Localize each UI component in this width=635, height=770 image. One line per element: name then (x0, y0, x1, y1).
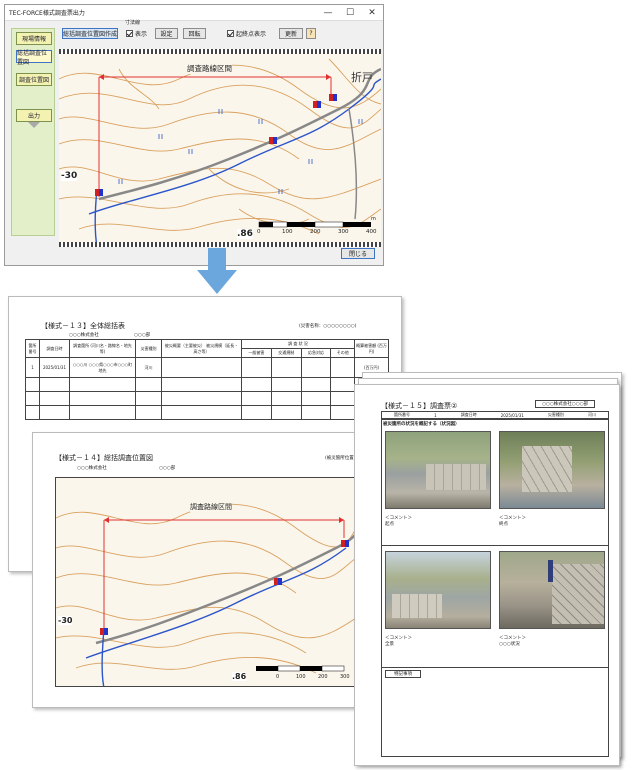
summary-disaster-name: (災害名称：○○○○○○○○) (299, 324, 357, 329)
summary-table: 箇所番号 調査日時 調査箇所 (河川名・路線名・地先等) 災害種別 被災概要（主… (25, 339, 389, 420)
location-map-title: 【様式－１４】総括調査位置図 (55, 454, 153, 462)
photo-start (385, 431, 491, 509)
minimize-button[interactable]: — (317, 8, 339, 18)
map-number-bottom: .86 (237, 229, 253, 239)
table-cell (270, 357, 302, 378)
table-cell (330, 357, 355, 378)
topo-map (59, 58, 381, 247)
col-header: 災害種別 (135, 339, 162, 358)
sub-header: 応急対応 (300, 348, 332, 358)
scale-tick: 0 (276, 674, 280, 680)
special-notes-label: 特記事項 (385, 670, 421, 678)
scale-tick: 200 (310, 229, 321, 235)
title-bar: TEC-FORCE様式調査票出力 — ☐ ✕ (5, 5, 383, 21)
update-button[interactable]: 更新 (279, 28, 303, 39)
comment-1: ＜コメント＞ 起点 (385, 516, 412, 527)
location-map-frame: 調査路線区間 -30 .86 0 100 200 300 (55, 477, 355, 687)
checkbox-icon (227, 30, 234, 37)
checkbox-icon (126, 30, 133, 37)
close-button[interactable]: 閉じる (341, 248, 375, 259)
col-header: 調 査 状 況 (241, 339, 355, 349)
scale-tick: 0 (257, 229, 261, 235)
divider (381, 545, 609, 546)
divider (381, 667, 609, 668)
rotate-button[interactable]: 回転 (183, 28, 206, 39)
map-border-bottom (59, 242, 381, 247)
map-border-top (59, 49, 381, 54)
map-number-bottom: .86 (232, 672, 247, 681)
map-view[interactable]: 調査路線区間 -30 .86 折戸 0 100 200 300 400 m (59, 49, 381, 247)
scale-tick: 200 (318, 674, 328, 680)
col-header: 調査日時 (39, 339, 70, 358)
table-cell: 河川 (135, 357, 162, 378)
sidebar-item-output[interactable]: 出力 (16, 109, 52, 122)
start-end-label: 起終点表示 (236, 31, 267, 38)
create-map-button[interactable]: 総括調査位置図作成 (62, 28, 118, 39)
sidebar-item-survey-map[interactable]: 調査位置図 (16, 73, 52, 86)
start-end-checkbox[interactable]: 起終点表示 (227, 29, 266, 38)
survey-header-row: 箇所番号 1 調査日時 2025/01/31 災害種別 河川 (381, 411, 609, 419)
label-type: 災害種別 (547, 412, 564, 417)
summary-org: ○○○株式会社 (69, 333, 99, 338)
table-cell (241, 357, 272, 378)
survey-sheet-title: 【様式－１５】調査票② (381, 402, 458, 410)
show-label: 表示 (135, 31, 148, 38)
value-date: 2025/01/31 (500, 412, 524, 418)
col-header: 調査箇所 (河川名・路線名・地先等) (69, 339, 136, 358)
scale-tick: 400 (366, 229, 377, 235)
app-window: TEC-FORCE様式調査票出力 — ☐ ✕ 現場情報 総括調査位置図 調査位置… (4, 4, 384, 266)
settings-button[interactable]: 設定 (155, 28, 178, 39)
close-window-button[interactable]: ✕ (361, 8, 383, 18)
photo-overview (385, 551, 491, 629)
scale-tick: 100 (296, 674, 306, 680)
map-number-left: -30 (61, 171, 78, 181)
window-title: TEC-FORCE様式調査票出力 (9, 10, 85, 17)
show-dimension-checkbox[interactable]: 表示 (126, 29, 147, 38)
summary-dept: ○○○部 (134, 333, 151, 338)
survey-sheet: 【様式－１５】調査票② ○○○株式会社○○○部 箇所番号 1 調査日時 2025… (354, 384, 620, 766)
comment-2: ＜コメント＞ 終点 (499, 516, 526, 527)
scale-tick: 300 (338, 229, 349, 235)
photo-status (499, 551, 605, 629)
map-number-left: -30 (58, 616, 73, 625)
survey-section-title: 被災箇所の状況を概記する（状況図） (383, 422, 460, 427)
label-date: 調査日時 (460, 412, 477, 417)
table-cell: 1 (25, 357, 40, 378)
scale-unit: m (371, 216, 376, 222)
help-button[interactable]: ? (306, 28, 316, 39)
location-map-dept: ○○○部 (159, 466, 176, 471)
comment-3: ＜コメント＞ 全景 (385, 636, 412, 647)
value-type: 河川 (587, 412, 596, 417)
table-cell (300, 357, 332, 378)
sidebar: 現場情報 総括調査位置図 調査位置図 出力 (11, 28, 55, 236)
sidebar-item-site-info[interactable]: 現場情報 (16, 32, 52, 45)
survey-section-label: 調査路線区間 (190, 502, 232, 512)
summary-title: 【様式－１３】全体総括表 (41, 322, 125, 330)
col-header: 被災概要（主要被災） 被災規模（延長・高さ等） (161, 339, 242, 358)
sub-header: 交通規制 (270, 348, 302, 358)
table-cell: ○○○川 ○○○県○○○市○○○町地先 (69, 357, 136, 378)
dimension-group-label: 寸法線 (125, 20, 141, 26)
scale-tick: 100 (282, 229, 293, 235)
sub-header: その他 (330, 348, 355, 358)
place-name: 折戸 (351, 71, 373, 84)
label-no: 箇所番号 (394, 412, 411, 417)
table-cell: 2025/01/31 (39, 357, 70, 378)
table-cell (161, 357, 242, 378)
value-no: 1 (434, 412, 437, 418)
comment-4: ＜コメント＞ ○○○状況 (499, 636, 526, 647)
survey-section-label: 調査路線区間 (187, 63, 232, 74)
sub-header: 一般被害 (241, 348, 272, 358)
sidebar-item-overall-map[interactable]: 総括調査位置図 (16, 50, 52, 66)
location-map-org: ○○○株式会社 (77, 466, 107, 471)
col-header: 概算被害額 (百万円) (354, 339, 389, 358)
col-header: 箇所番号 (25, 339, 40, 358)
maximize-button[interactable]: ☐ (339, 8, 361, 18)
photo-end (499, 431, 605, 509)
location-map-sheet: 【様式－１４】総括調査位置図 (被災箇所位置図) ○○○株式会社 ○○○部 調査… (32, 432, 362, 708)
scale-tick: 300 (340, 674, 350, 680)
flow-arrow-icon (197, 248, 237, 294)
survey-sheet-org: ○○○株式会社○○○部 (535, 400, 596, 408)
